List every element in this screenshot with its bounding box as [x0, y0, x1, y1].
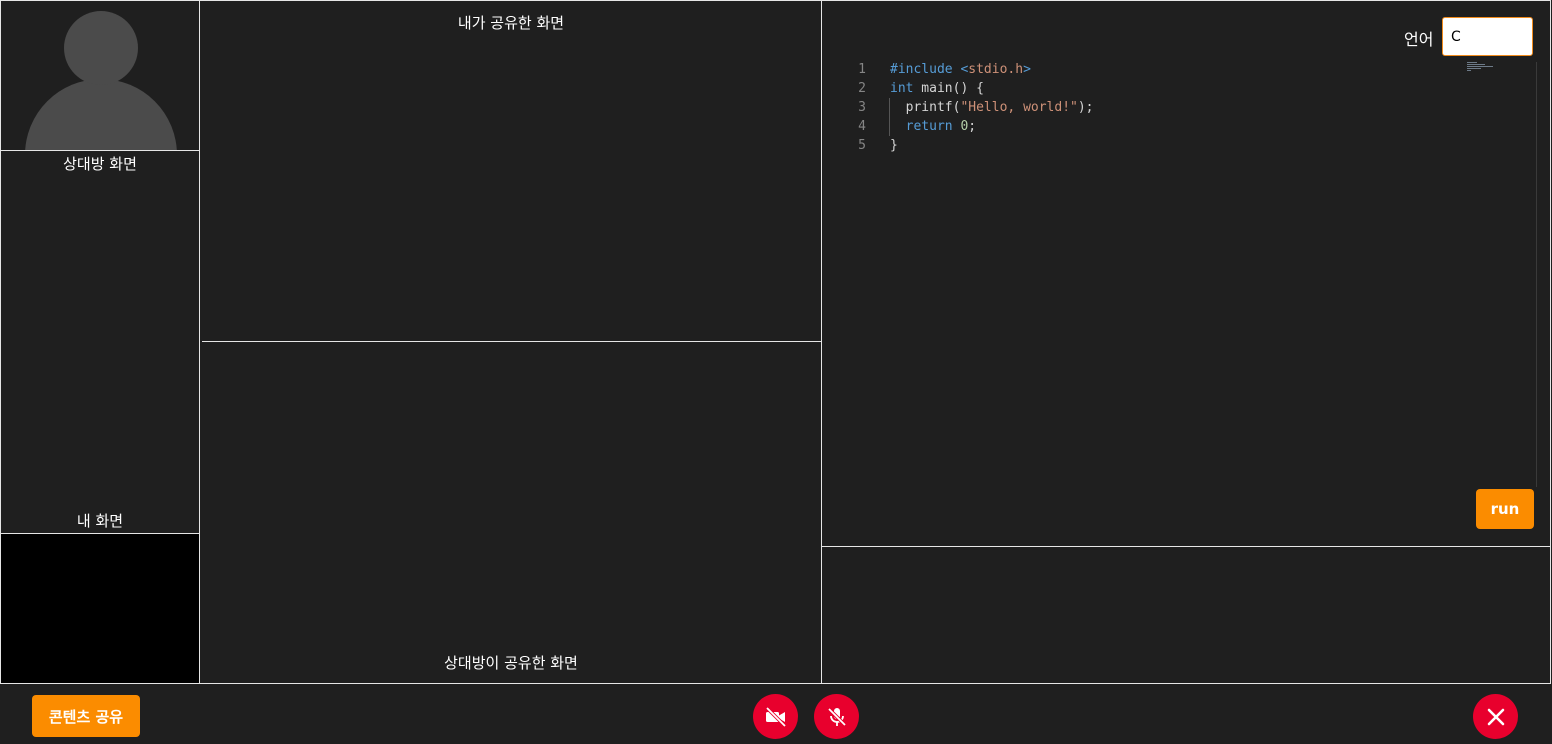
mic-toggle-button[interactable] [814, 694, 859, 739]
avatar-icon [64, 11, 138, 85]
divider [0, 150, 200, 151]
line-number: 4 [858, 119, 866, 134]
code-token: > [1023, 62, 1031, 77]
mic-off-icon [827, 707, 846, 726]
code-line[interactable]: 5} [840, 136, 1094, 155]
code-token: main() { [913, 81, 984, 96]
code-token: stdio.h [968, 62, 1024, 77]
code-line[interactable]: 3 printf("Hello, world!"); [840, 98, 1094, 117]
code-token: printf( [890, 100, 961, 115]
code-line[interactable]: 2 int main() { [840, 79, 1094, 98]
line-number: 2 [858, 81, 866, 96]
code-token: } [890, 138, 898, 153]
divider [202, 341, 822, 342]
line-number: 5 [858, 138, 866, 153]
avatar-icon-body [25, 79, 177, 150]
center-column [199, 0, 822, 684]
code-editor[interactable]: 1 #include <stdio.h> 2 int main() { 3 printf… [840, 60, 1094, 155]
code-line[interactable]: 1 #include <stdio.h> [840, 60, 1094, 79]
end-call-button[interactable] [1473, 694, 1518, 739]
share-content-button[interactable]: 콘텐츠 공유 [32, 695, 140, 737]
close-icon [1487, 708, 1504, 725]
output-panel [821, 546, 1551, 684]
line-number: 3 [858, 100, 866, 115]
line-number: 1 [858, 62, 866, 77]
code-token: #include < [890, 62, 969, 77]
peer-shared-screen-label: 상대방이 공유한 화면 [444, 654, 578, 672]
video-off-icon [765, 706, 786, 727]
my-shared-screen-label: 내가 공유한 화면 [457, 14, 565, 32]
code-token: "Hello, world!" [960, 100, 1078, 115]
peer-video [1, 1, 199, 150]
camera-toggle-button[interactable] [753, 694, 798, 739]
editor-minimap[interactable] [1467, 62, 1495, 72]
code-token: ; [968, 119, 977, 134]
editor-scrollbar[interactable] [1536, 62, 1537, 487]
code-token: return [905, 119, 953, 134]
my-screen-label: 내 화면 [76, 512, 124, 530]
peer-screen-label: 상대방 화면 [63, 155, 137, 173]
my-video [1, 534, 199, 683]
code-token: int [890, 81, 914, 96]
run-button[interactable]: run [1476, 489, 1534, 529]
language-label: 언어 [1404, 30, 1434, 49]
code-token: ); [1077, 100, 1094, 115]
language-input[interactable] [1442, 17, 1533, 56]
code-line[interactable]: 4 return 0; [840, 117, 1094, 136]
